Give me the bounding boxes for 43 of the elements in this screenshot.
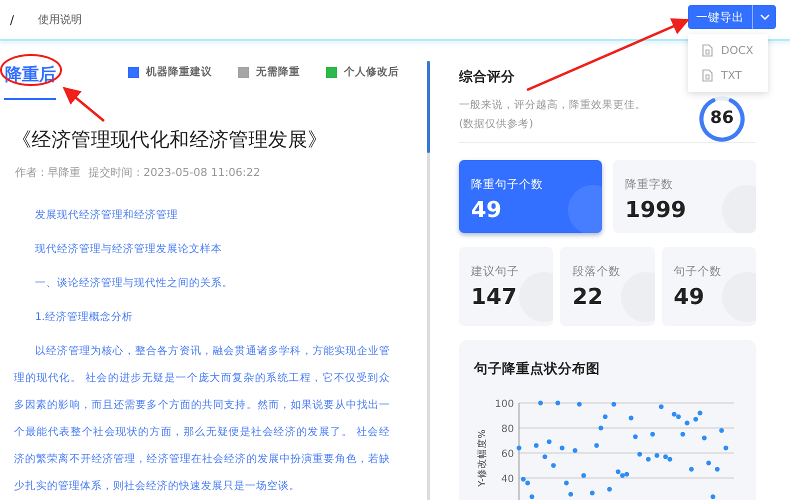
axis-tick-label: 100 xyxy=(494,399,514,410)
submit-time: 提交时间 : 2023-05-08 11:06:22 xyxy=(88,165,260,180)
export-button[interactable]: 一键导出 xyxy=(688,5,752,29)
score-title: 综合评分 xyxy=(459,68,516,86)
stat-value: 49 xyxy=(674,285,704,310)
stat-value: 49 xyxy=(471,198,502,223)
chevron-down-icon xyxy=(760,14,770,20)
paragraph: 现代经济管理与经济管理发展论文样本 xyxy=(34,242,223,257)
file-icon xyxy=(702,44,713,57)
paragraph: 一、谈论经济管理与现代性之间的关系。 xyxy=(34,276,234,291)
scrollbar-thumb[interactable] xyxy=(427,61,430,153)
stat-label: 段落个数 xyxy=(572,264,620,279)
chart-title: 句子降重点状分布图 xyxy=(474,360,600,378)
axis-tick-label: 80 xyxy=(501,424,514,435)
menu-item[interactable]: DOCX xyxy=(688,38,768,63)
stat-label: 降重字数 xyxy=(625,177,673,192)
file-icon xyxy=(702,69,713,82)
score-value: 86 xyxy=(709,108,735,128)
legend-label: 无需降重 xyxy=(256,65,300,79)
axis-title: Y-修改幅度% xyxy=(477,429,488,487)
legend-label: 机器降重建议 xyxy=(146,65,212,79)
stat-value: 1999 xyxy=(625,198,686,223)
stat-value: 22 xyxy=(572,285,603,310)
stat-label: 降重句子个数 xyxy=(471,177,543,192)
legend-label: 个人修改后 xyxy=(344,65,399,79)
paragraph: 发展现代经济管理和经济管理 xyxy=(34,208,179,223)
annotation-arrow xyxy=(62,86,105,122)
stat-value: 147 xyxy=(471,285,517,310)
document-title: 《经济管理现代化和经济管理发展》 xyxy=(12,127,328,153)
axis-tick-label: 60 xyxy=(501,449,514,460)
menu-item[interactable]: TXT xyxy=(688,63,768,88)
axis-tick-label: 40 xyxy=(501,474,514,485)
stat-label: 句子个数 xyxy=(674,264,722,279)
breadcrumb-separator: / xyxy=(10,12,14,26)
paragraph: 以经济管理为核心，整合各方资讯，融会贯通诸多学科，方能实现企业管理的现代化。 社会的进步无疑是一个庞大而复杂的系统工程，它不仅受到众多因素的影响，而且还需要多个方面的共同支持。然而，如果说要从中找出一个最能代表整个社会现状的方面，那么无疑便是社会经济的发展了。 社会经济的繁荣离不开经济管理，经济管理在社会经济的发展中扮演重要角色，若缺少扎实的管理体系，则社会经济的快速发展只是一场空谈。 xyxy=(14,344,390,494)
annotation-ellipse xyxy=(0,54,62,86)
paragraph: 1.经济管理概念分析 xyxy=(34,310,134,325)
stat-label: 建议句子 xyxy=(471,264,519,279)
document-tab[interactable]: 降重后 xyxy=(4,57,56,100)
author-text: 作者 : 早降重 xyxy=(15,165,81,180)
score-description: 一般来说，评分越高，降重效果更佳。(数据仅供参考) xyxy=(459,98,647,132)
dropdown-toggle[interactable] xyxy=(752,5,776,29)
help-link[interactable]: 使用说明 xyxy=(38,12,82,27)
